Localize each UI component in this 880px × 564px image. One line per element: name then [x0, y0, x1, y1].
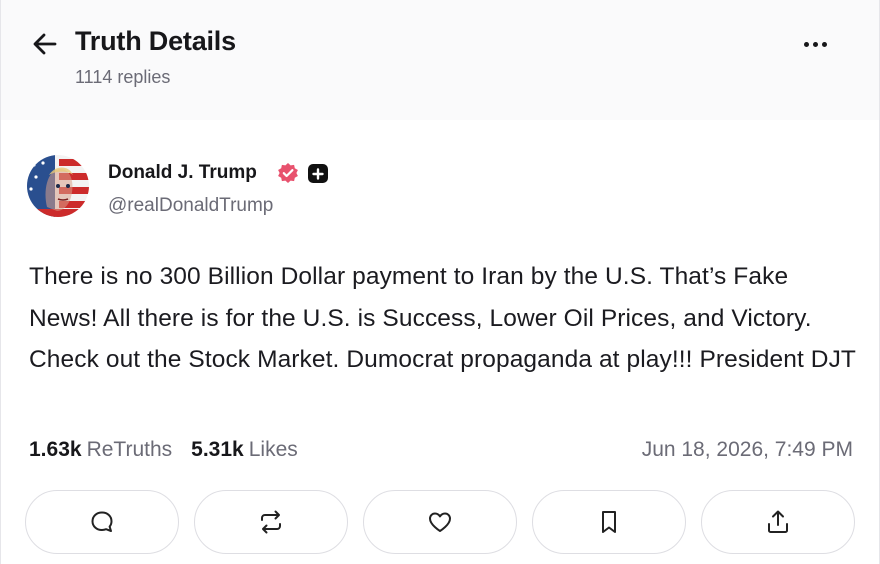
post-timestamp: Jun 18, 2026, 7:49 PM: [641, 438, 853, 461]
reply-icon: [91, 511, 113, 532]
retruths-label[interactable]: ReTruths: [87, 438, 173, 462]
like-icon: [429, 512, 451, 532]
back-button[interactable]: [29, 28, 61, 60]
post-stats: 1.63k ReTruths 5.31k Likes: [29, 438, 298, 462]
more-dot: [803, 41, 809, 47]
post-text: There is no 300 Billion Dollar payment t…: [29, 263, 856, 373]
more-dot: [821, 41, 827, 47]
truth-details-page: Truth Details 1114 replies Donald J. Tru…: [0, 0, 880, 564]
like-button[interactable]: [363, 490, 517, 554]
bookmark-icon: [602, 511, 616, 533]
likes-count[interactable]: 5.31k: [191, 438, 244, 462]
avatar-image: [27, 155, 89, 217]
more-dot: [812, 41, 818, 47]
share-icon: [768, 510, 788, 533]
more-options-button[interactable]: [797, 28, 833, 60]
plus-badge-icon: [308, 164, 328, 183]
action-bar: [25, 490, 857, 556]
retruths-count[interactable]: 1.63k: [29, 438, 82, 462]
reply-button[interactable]: [25, 490, 179, 554]
retruth-icon: [261, 510, 281, 534]
reply-count: 1114 replies: [75, 67, 171, 87]
page-title: Truth Details: [75, 26, 236, 56]
author-handle[interactable]: @realDonaldTrump: [108, 195, 273, 217]
bookmark-button[interactable]: [532, 490, 686, 554]
arrow-left-icon: [33, 33, 57, 55]
header-bar: Truth Details 1114 replies: [1, 0, 879, 120]
author-name[interactable]: Donald J. Trump: [108, 162, 257, 184]
share-button[interactable]: [701, 490, 855, 554]
retruth-button[interactable]: [194, 490, 348, 554]
likes-label[interactable]: Likes: [249, 438, 298, 462]
verified-badge-icon: [277, 162, 299, 184]
avatar[interactable]: [27, 155, 89, 217]
